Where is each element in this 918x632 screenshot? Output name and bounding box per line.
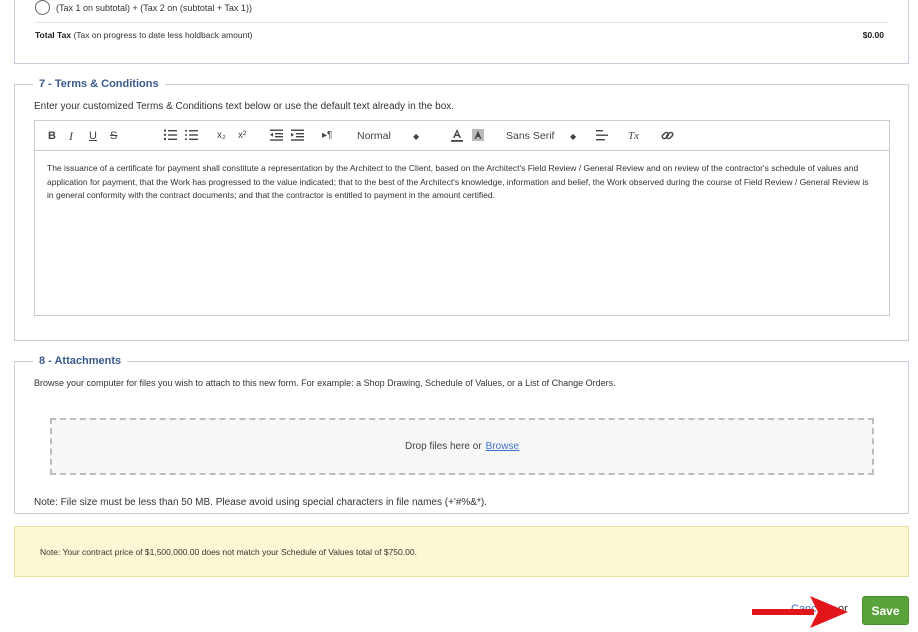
tax-option-radio[interactable] (35, 0, 50, 15)
red-arrow-icon (752, 596, 848, 628)
browse-link[interactable]: Browse (486, 441, 519, 452)
terms-legend: 7 - Terms & Conditions (33, 78, 165, 90)
total-tax-value: $0.00 (862, 30, 884, 40)
file-dropzone[interactable]: Drop files here or Browse (50, 418, 874, 475)
terms-section: 7 - Terms & Conditions Enter your custom… (14, 78, 909, 341)
text-direction-button[interactable]: ▸¶ (322, 129, 332, 143)
background-color-button[interactable] (472, 129, 484, 146)
subscript-button[interactable]: x₂ (217, 129, 226, 143)
total-tax-title: Total Tax (35, 30, 72, 40)
bullet-list-button[interactable] (185, 129, 198, 145)
warning-text: Note: Your contract price of $1,500,000.… (40, 546, 417, 557)
terms-instructions: Enter your customized Terms & Conditions… (34, 101, 455, 112)
text-color-button[interactable] (451, 129, 463, 146)
contract-price-warning: Note: Your contract price of $1,500,000.… (14, 526, 909, 577)
text-color-icon (451, 129, 463, 142)
strike-button[interactable]: S (110, 129, 117, 143)
size-select-arrows-icon: ◆ (413, 132, 420, 141)
save-button[interactable]: Save (862, 596, 909, 625)
terms-editor: B I U S x₂ x² ▸¶ Normal ◆ Sans Serif ◆ T… (34, 120, 890, 316)
underline-button[interactable]: U (89, 129, 97, 143)
align-icon (596, 130, 608, 141)
italic-button[interactable]: I (69, 129, 73, 143)
tax-option-row[interactable]: (Tax 1 on subtotal) + (Tax 2 on (subtota… (35, 0, 252, 15)
attachments-section: 8 - Attachments Browse your computer for… (14, 355, 909, 514)
file-size-note: Note: File size must be less than 50 MB.… (34, 497, 487, 508)
tax-section: (Tax 1 on subtotal) + (Tax 2 on (subtota… (14, 0, 909, 64)
font-select-arrows-icon: ◆ (570, 132, 577, 141)
attachments-instructions: Browse your computer for files you wish … (34, 378, 616, 388)
indent-icon (291, 129, 304, 141)
tax-option-label: (Tax 1 on subtotal) + (Tax 2 on (subtota… (56, 2, 252, 13)
total-tax-label: Total Tax (Tax on progress to date less … (35, 30, 253, 40)
divider (35, 22, 888, 23)
link-icon (661, 131, 674, 140)
link-button[interactable] (661, 129, 674, 146)
attachments-legend: 8 - Attachments (33, 355, 128, 367)
dropzone-text: Drop files here or (404, 441, 482, 452)
ordered-list-icon (164, 129, 177, 141)
indent-button[interactable] (291, 129, 304, 145)
size-select[interactable]: Normal (357, 129, 391, 143)
superscript-button[interactable]: x² (238, 129, 246, 143)
background-color-icon (472, 129, 484, 141)
terms-text[interactable]: The issuance of a certificate for paymen… (35, 151, 889, 214)
font-select[interactable]: Sans Serif (506, 129, 554, 143)
editor-toolbar: B I U S x₂ x² ▸¶ Normal ◆ Sans Serif ◆ T… (35, 121, 889, 151)
bullet-list-icon (185, 129, 198, 141)
clear-format-button[interactable]: Tx (628, 129, 639, 143)
ordered-list-button[interactable] (164, 129, 177, 145)
outdent-icon (270, 129, 283, 141)
bold-button[interactable]: B (48, 129, 56, 143)
total-tax-description: (Tax on progress to date less holdback a… (73, 30, 253, 40)
outdent-button[interactable] (270, 129, 283, 145)
align-button[interactable] (596, 130, 608, 145)
